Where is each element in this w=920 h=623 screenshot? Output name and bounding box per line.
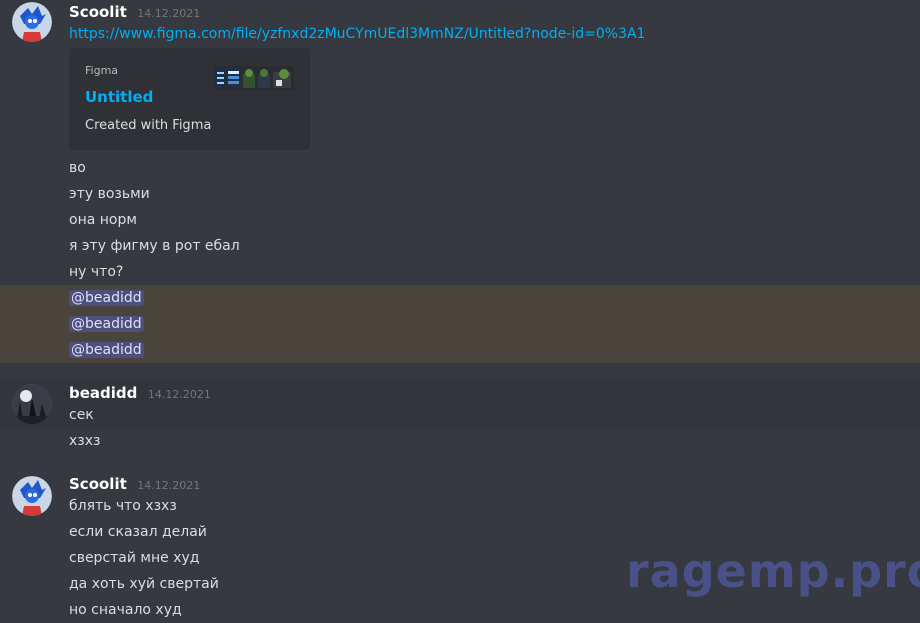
message-link[interactable]: https://www.figma.com/file/yzfnxd2zMuCYm… bbox=[69, 26, 645, 42]
avatar[interactable] bbox=[12, 476, 52, 516]
message-line: сек bbox=[69, 407, 94, 423]
message-line: я эту фигму в рот ебал bbox=[69, 238, 240, 254]
message-header: Scoolit 14.12.2021 bbox=[69, 2, 200, 22]
message-line: во bbox=[69, 160, 86, 176]
message-header: Scoolit 14.12.2021 bbox=[69, 474, 200, 494]
mention-line: @beadidd bbox=[69, 337, 144, 363]
message-line: сверстай мне худ bbox=[69, 550, 200, 566]
user-avatar-icon bbox=[12, 476, 52, 516]
avatar[interactable] bbox=[12, 2, 52, 42]
mention-line: @beadidd bbox=[69, 285, 144, 311]
message-header: beadidd 14.12.2021 bbox=[69, 383, 211, 403]
timestamp: 14.12.2021 bbox=[137, 479, 201, 492]
watermark: ragemp.pro bbox=[626, 544, 920, 598]
embed-thumbnail-icon[interactable] bbox=[214, 62, 294, 92]
mention-line: @beadidd bbox=[69, 311, 144, 337]
timestamp: 14.12.2021 bbox=[147, 388, 211, 401]
embed-provider[interactable]: Figma bbox=[85, 64, 118, 77]
timestamp: 14.12.2021 bbox=[137, 7, 201, 20]
user-mention[interactable]: @beadidd bbox=[69, 316, 144, 332]
message-line: если сказал делай bbox=[69, 524, 207, 540]
message-line: эту возьми bbox=[69, 186, 150, 202]
message-line: блять что хзхз bbox=[69, 498, 177, 514]
avatar[interactable] bbox=[12, 384, 52, 424]
username[interactable]: Scoolit bbox=[69, 475, 127, 493]
link-embed: Figma Untitled Created with Figma bbox=[69, 48, 310, 150]
message-line: хзхз bbox=[69, 433, 101, 449]
embed-title[interactable]: Untitled bbox=[85, 88, 153, 106]
message-group: beadidd 14.12.2021 сек хзхз bbox=[0, 380, 920, 449]
message-line: она норм bbox=[69, 212, 137, 228]
message-group: Scoolit 14.12.2021 https://www.figma.com… bbox=[0, 0, 920, 370]
message-line: ну что? bbox=[69, 264, 124, 280]
user-avatar-icon bbox=[12, 384, 52, 424]
user-mention[interactable]: @beadidd bbox=[69, 290, 144, 306]
username[interactable]: beadidd bbox=[69, 384, 137, 402]
user-mention[interactable]: @beadidd bbox=[69, 342, 144, 358]
message-line: да хоть хуй свертай bbox=[69, 576, 219, 592]
embed-description: Created with Figma bbox=[85, 118, 212, 133]
message-link-line: https://www.figma.com/file/yzfnxd2zMuCYm… bbox=[69, 21, 645, 47]
message-line: но сначало худ bbox=[69, 602, 182, 618]
username[interactable]: Scoolit bbox=[69, 3, 127, 21]
user-avatar-icon bbox=[12, 2, 52, 42]
